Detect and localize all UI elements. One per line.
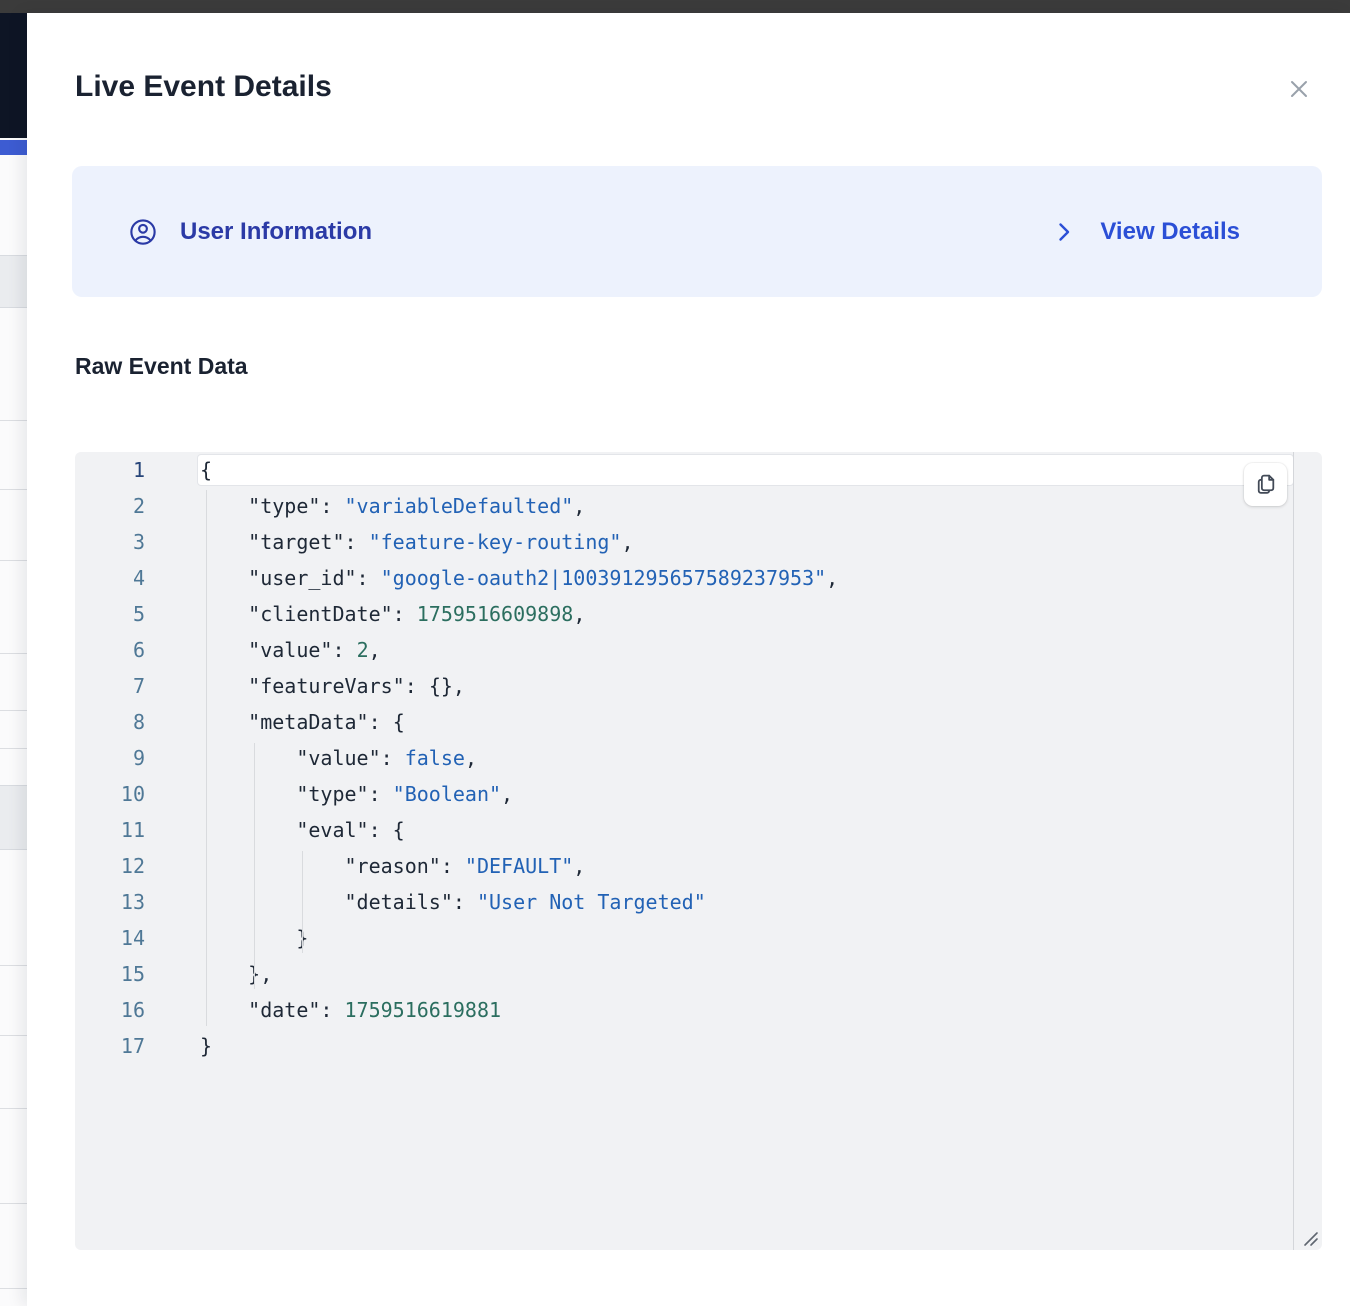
line-number: 15 xyxy=(75,956,145,992)
code-text: "details": "User Not Targeted" xyxy=(145,884,706,920)
user-circle-icon xyxy=(128,217,158,247)
code-text: "reason": "DEFAULT", xyxy=(145,848,585,884)
background-sidebar xyxy=(0,13,27,138)
drawer-title: Live Event Details xyxy=(75,68,332,106)
code-text: "type": "variableDefaulted", xyxy=(145,488,585,524)
code-text: "metaData": { xyxy=(145,704,405,740)
code-text: "value": false, xyxy=(145,740,477,776)
background-row-divider xyxy=(0,710,27,711)
chevron-right-icon xyxy=(1052,220,1076,244)
code-text: "clientDate": 1759516609898, xyxy=(145,596,585,632)
code-text: "eval": { xyxy=(145,812,405,848)
line-number: 13 xyxy=(75,884,145,920)
resize-handle[interactable] xyxy=(1300,1228,1320,1248)
line-number: 17 xyxy=(75,1028,145,1064)
line-number: 2 xyxy=(75,488,145,524)
code-line: 15 }, xyxy=(75,956,1322,992)
close-icon xyxy=(1284,74,1314,104)
page-root: Live Event Details User Information View… xyxy=(0,0,1350,1306)
user-card-label: User Information xyxy=(180,218,372,246)
line-number: 14 xyxy=(75,920,145,956)
line-number: 3 xyxy=(75,524,145,560)
background-row-divider xyxy=(0,420,27,421)
code-text: } xyxy=(145,1028,212,1064)
background-row-divider xyxy=(0,1288,27,1289)
line-number: 11 xyxy=(75,812,145,848)
code-text: "date": 1759516619881 xyxy=(145,992,501,1028)
browser-chrome-bar xyxy=(0,0,1350,13)
background-row-band xyxy=(0,255,27,308)
background-row-divider xyxy=(0,560,27,561)
code-text: }, xyxy=(145,956,272,992)
line-number: 9 xyxy=(75,740,145,776)
code-line: 10 "type": "Boolean", xyxy=(75,776,1322,812)
code-text: } xyxy=(145,920,308,956)
background-row-band xyxy=(0,785,27,850)
line-number: 6 xyxy=(75,632,145,668)
line-number: 5 xyxy=(75,596,145,632)
scrollbar-gutter-divider xyxy=(1293,452,1294,1250)
raw-event-data-code-block[interactable]: 1{2 "type": "variableDefaulted",3 "targe… xyxy=(75,452,1322,1250)
view-details-link[interactable]: View Details xyxy=(1052,218,1240,246)
background-row-divider xyxy=(0,653,27,654)
line-number: 12 xyxy=(75,848,145,884)
code-line: 11 "eval": { xyxy=(75,812,1322,848)
copy-icon xyxy=(1253,472,1278,497)
code-line: 1{ xyxy=(75,452,1322,488)
background-row-divider xyxy=(0,1108,27,1109)
code-text: "target": "feature-key-routing", xyxy=(145,524,634,560)
code-line: 17} xyxy=(75,1028,1322,1064)
code-line: 14 } xyxy=(75,920,1322,956)
code-line: 4 "user_id": "google-oauth2|100391295657… xyxy=(75,560,1322,596)
code-text: "featureVars": {}, xyxy=(145,668,465,704)
background-page-edge xyxy=(0,13,27,1306)
code-text: "user_id": "google-oauth2|10039129565758… xyxy=(145,560,838,596)
code-line: 12 "reason": "DEFAULT", xyxy=(75,848,1322,884)
background-row-divider xyxy=(0,1035,27,1036)
line-number: 8 xyxy=(75,704,145,740)
line-number: 7 xyxy=(75,668,145,704)
code-lines: 1{2 "type": "variableDefaulted",3 "targe… xyxy=(75,452,1322,1064)
user-card-left: User Information xyxy=(128,217,372,247)
live-event-details-drawer: Live Event Details User Information View… xyxy=(27,13,1350,1306)
code-line: 6 "value": 2, xyxy=(75,632,1322,668)
code-text: "value": 2, xyxy=(145,632,381,668)
code-line: 3 "target": "feature-key-routing", xyxy=(75,524,1322,560)
view-details-label: View Details xyxy=(1100,218,1240,246)
code-line: 8 "metaData": { xyxy=(75,704,1322,740)
close-button[interactable] xyxy=(1280,70,1318,108)
line-number: 10 xyxy=(75,776,145,812)
code-text: "type": "Boolean", xyxy=(145,776,513,812)
line-number: 16 xyxy=(75,992,145,1028)
line-number: 1 xyxy=(75,452,145,488)
background-row-divider xyxy=(0,1203,27,1204)
copy-button[interactable] xyxy=(1244,463,1287,506)
user-information-card[interactable]: User Information View Details xyxy=(72,166,1322,297)
raw-event-data-heading: Raw Event Data xyxy=(75,351,248,381)
code-line: 9 "value": false, xyxy=(75,740,1322,776)
code-line: 13 "details": "User Not Targeted" xyxy=(75,884,1322,920)
background-row-divider xyxy=(0,489,27,490)
code-text: { xyxy=(145,452,212,488)
code-line: 16 "date": 1759516619881 xyxy=(75,992,1322,1028)
background-row-divider xyxy=(0,748,27,749)
code-line: 7 "featureVars": {}, xyxy=(75,668,1322,704)
background-row-divider xyxy=(0,965,27,966)
background-active-indicator xyxy=(0,140,27,155)
line-number: 4 xyxy=(75,560,145,596)
code-line: 2 "type": "variableDefaulted", xyxy=(75,488,1322,524)
resize-grip-icon xyxy=(1302,1230,1320,1248)
code-line: 5 "clientDate": 1759516609898, xyxy=(75,596,1322,632)
